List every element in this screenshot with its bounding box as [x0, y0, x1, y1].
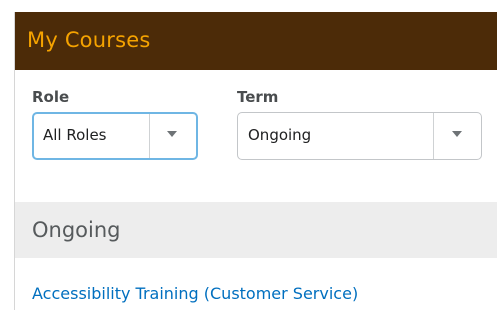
widget-title: My Courses: [27, 28, 151, 52]
role-select[interactable]: All Roles: [32, 112, 198, 160]
chevron-down-icon[interactable]: [452, 131, 462, 137]
role-label: Role: [32, 88, 70, 106]
role-select-value: All Roles: [43, 126, 107, 144]
my-courses-widget: My Courses Role All Roles Term Ongoing O…: [14, 12, 497, 310]
term-label: Term: [237, 88, 279, 106]
widget-header: My Courses: [15, 12, 497, 70]
section-title: Ongoing: [32, 218, 121, 242]
term-select-value: Ongoing: [248, 126, 312, 144]
course-link[interactable]: Accessibility Training (Customer Service…: [32, 284, 358, 304]
role-select-divider: [149, 114, 150, 158]
chevron-down-icon[interactable]: [167, 131, 177, 137]
section-header: Ongoing: [15, 202, 497, 258]
term-select[interactable]: Ongoing: [237, 112, 482, 160]
term-select-divider: [433, 113, 434, 159]
